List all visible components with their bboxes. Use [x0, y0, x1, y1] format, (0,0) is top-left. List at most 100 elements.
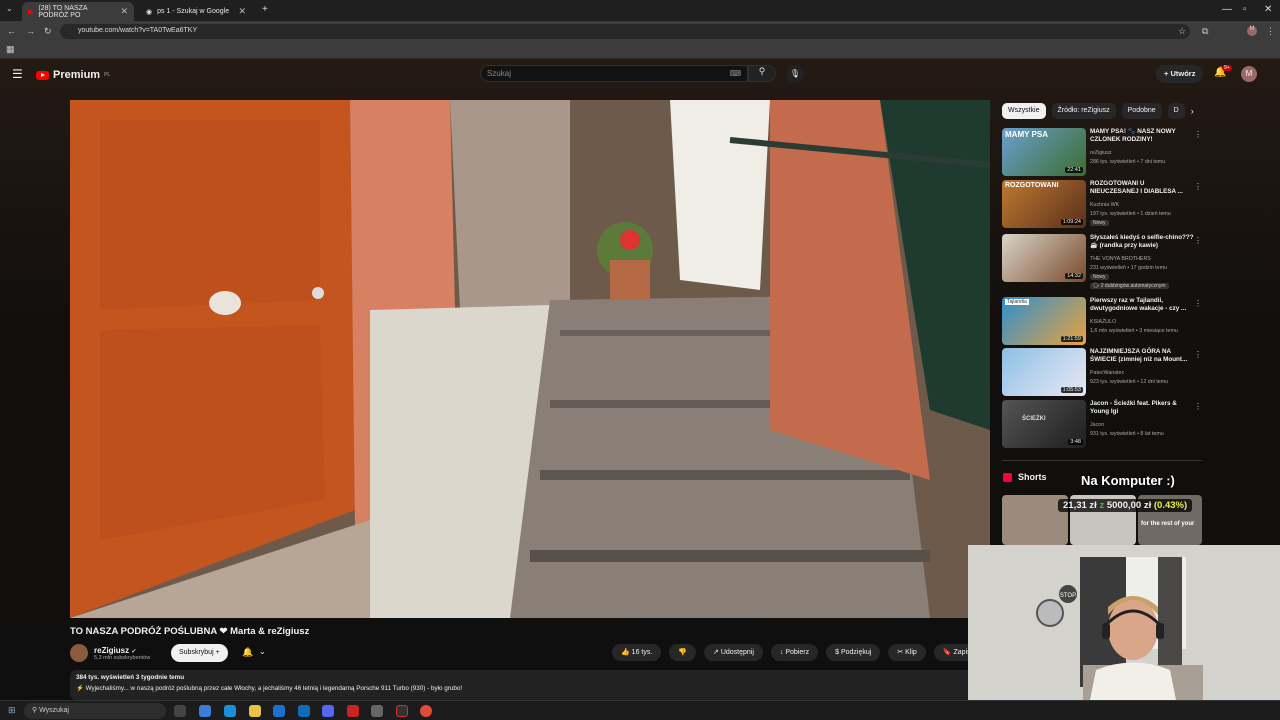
keyboard-icon[interactable]: ⌨: [729, 69, 741, 78]
more-options-icon[interactable]: ⋮: [1194, 402, 1202, 411]
video-thumbnail[interactable]: 14:32: [1002, 234, 1086, 282]
channel-name[interactable]: Jacon: [1090, 422, 1104, 428]
video-player[interactable]: [70, 100, 990, 618]
url-field[interactable]: youtube.com/watch?v=TA0TwEa6TKY: [60, 24, 1190, 39]
tab-youtube[interactable]: ▶ (28) TO NASZA PODRÓŻ PO ✕: [22, 2, 134, 21]
back-icon[interactable]: ←: [7, 26, 16, 36]
chevron-down-icon[interactable]: ⌄: [259, 647, 266, 656]
video-thumbnail[interactable]: MAMY PSA 22:41: [1002, 128, 1086, 176]
search-button[interactable]: ⚲: [748, 65, 776, 82]
share-label: Udostępnij: [720, 649, 754, 656]
share-button[interactable]: ↗ Udostępnij: [704, 644, 763, 661]
microphone-icon: 🎙: [789, 69, 801, 78]
share-icon: ↗: [713, 649, 719, 656]
clip-button[interactable]: ✂ Klip: [888, 644, 926, 661]
channel-avatar[interactable]: [70, 644, 88, 662]
close-icon[interactable]: ✕: [120, 6, 128, 17]
video-thumbnail[interactable]: 1:05:53: [1002, 348, 1086, 396]
menu-icon[interactable]: ⋮: [1266, 26, 1275, 37]
chip-source[interactable]: Źródło: reZigiusz: [1051, 103, 1116, 119]
forward-icon[interactable]: →: [26, 26, 35, 36]
discord-icon[interactable]: [322, 705, 334, 717]
channel-name[interactable]: Kuchnia WK: [1090, 202, 1119, 208]
new-tab-icon[interactable]: +: [262, 4, 268, 15]
video-title: Pierwszy raz w Tajlandii, dwutygodniowe …: [1090, 297, 1187, 313]
window-close-icon[interactable]: ✕: [1264, 4, 1272, 15]
notification-bell-icon[interactable]: 🔔: [242, 647, 253, 658]
download-icon: ↓: [779, 649, 784, 656]
recommendation-item[interactable]: Tajlandia 1:21:59 Pierwszy raz w Tajland…: [1002, 297, 1202, 345]
more-options-icon[interactable]: ⋮: [1194, 182, 1202, 191]
more-options-icon[interactable]: ⋮: [1194, 350, 1202, 359]
bookmark-star-icon[interactable]: ☆: [1178, 26, 1186, 37]
channel-name[interactable]: reZigiusz: [1090, 150, 1112, 156]
download-button[interactable]: ↓ Pobierz: [770, 644, 819, 661]
store-icon[interactable]: [273, 705, 285, 717]
verified-icon: ✔: [131, 648, 137, 655]
more-options-icon[interactable]: ⋮: [1194, 130, 1202, 139]
recommendation-item[interactable]: ŚCIEŻKI 3:48 Jacon - Ścieżki feat. Piker…: [1002, 400, 1202, 448]
chip-all[interactable]: Wszystkie: [1002, 103, 1046, 119]
thumbs-down-icon: 👎: [678, 649, 688, 656]
task-view-icon[interactable]: [174, 705, 186, 717]
minimize-icon[interactable]: —: [1222, 4, 1232, 15]
chip-similar[interactable]: Podobne: [1121, 103, 1162, 119]
maximize-icon[interactable]: ▫: [1243, 4, 1247, 15]
subscribe-button[interactable]: Subskrybuj +: [171, 644, 228, 662]
stop-sign-text: STOP: [1060, 593, 1076, 599]
channel-info[interactable]: reZigiusz ✔ 5,3 mln subskrybentów: [70, 644, 150, 662]
close-icon[interactable]: ✕: [238, 6, 246, 17]
reload-icon[interactable]: ↻: [44, 26, 52, 37]
tab-google[interactable]: ◉ ps 1 - Szukaj w Google ✕: [140, 2, 252, 21]
file-explorer-icon[interactable]: [249, 705, 261, 717]
video-title: Jacon - Ścieżki feat. Pikers & Young Igi: [1090, 400, 1177, 416]
taskbar-search[interactable]: ⚲ Wyszukaj: [24, 703, 166, 719]
chrome-icon[interactable]: [420, 705, 432, 717]
plus-icon: +: [215, 649, 220, 656]
chip-more[interactable]: D: [1167, 103, 1185, 119]
apps-icon[interactable]: ▦: [6, 44, 15, 55]
new-badge: Nowy: [1090, 274, 1109, 280]
channel-name[interactable]: THE VONYA BROTHERS: [1090, 256, 1151, 262]
profile-avatar[interactable]: M: [1247, 26, 1257, 36]
hamburger-menu-icon[interactable]: ☰: [12, 67, 23, 81]
edge-icon[interactable]: [224, 705, 236, 717]
more-options-icon[interactable]: ⋮: [1194, 299, 1202, 308]
account-avatar[interactable]: M: [1241, 66, 1257, 82]
like-button[interactable]: 👍 16 tys.: [612, 644, 662, 661]
channel-name[interactable]: PatecWariatec: [1090, 370, 1124, 376]
outlook-icon[interactable]: [298, 705, 310, 717]
video-thumbnail[interactable]: ROZGOTOWANI 1:09:24: [1002, 180, 1086, 228]
windows-start-icon[interactable]: ⊞: [8, 705, 16, 716]
video-meta: 197 tys. wyświetleń • 1 dzień temu: [1090, 211, 1171, 217]
recommendation-item[interactable]: ROZGOTOWANI 1:09:24 ROZGOTOWANI U NIEUCZ…: [1002, 180, 1202, 228]
donation-of: z: [1099, 500, 1105, 511]
shorts-header: Shorts: [1003, 472, 1047, 482]
recommendation-item[interactable]: MAMY PSA 22:41 MAMY PSA! 🐾 NASZ NOWY CZL…: [1002, 128, 1202, 176]
channel-name[interactable]: KSIAŻULO: [1090, 319, 1116, 325]
channel-name[interactable]: reZigiusz: [94, 646, 129, 655]
description-box[interactable]: 384 tys. wyświetleń 3 tygodnie temu ⚡ Wy…: [70, 670, 980, 700]
copilot-icon[interactable]: [199, 705, 211, 717]
chevron-right-icon[interactable]: ›: [1191, 103, 1194, 119]
search-input[interactable]: Szukaj ⌨: [480, 65, 748, 82]
thanks-button[interactable]: $ Podziękuj: [826, 644, 881, 661]
app-icon[interactable]: [347, 705, 359, 717]
obs-icon[interactable]: [396, 705, 408, 717]
video-meta: 923 tys. wyświetleń • 12 dni temu: [1090, 379, 1169, 385]
recommendation-item[interactable]: 14:32 Słyszałeś kiedyś o selfie-chino???…: [1002, 234, 1202, 289]
extensions-icon[interactable]: ⧉: [1202, 26, 1208, 37]
logo-text: Premium: [53, 69, 101, 81]
voice-search-button[interactable]: 🎙: [786, 65, 804, 83]
youtube-logo[interactable]: Premium PL: [36, 69, 110, 81]
app-icon[interactable]: [371, 705, 383, 717]
tab-list-icon[interactable]: ⌄: [6, 4, 13, 13]
recommendation-item[interactable]: 1:05:53 NAJZIMNIEJSZA GÓRA NA ŚWIECIE (z…: [1002, 348, 1202, 396]
create-button[interactable]: + Utwórz: [1156, 65, 1204, 83]
download-label: Pobierz: [785, 649, 810, 656]
dislike-button[interactable]: 👎: [669, 644, 697, 661]
video-thumbnail[interactable]: Tajlandia 1:21:59: [1002, 297, 1086, 345]
video-thumbnail[interactable]: ŚCIEŻKI 3:48: [1002, 400, 1086, 448]
more-options-icon[interactable]: ⋮: [1194, 236, 1202, 245]
youtube-favicon-icon: ▶: [28, 8, 34, 16]
